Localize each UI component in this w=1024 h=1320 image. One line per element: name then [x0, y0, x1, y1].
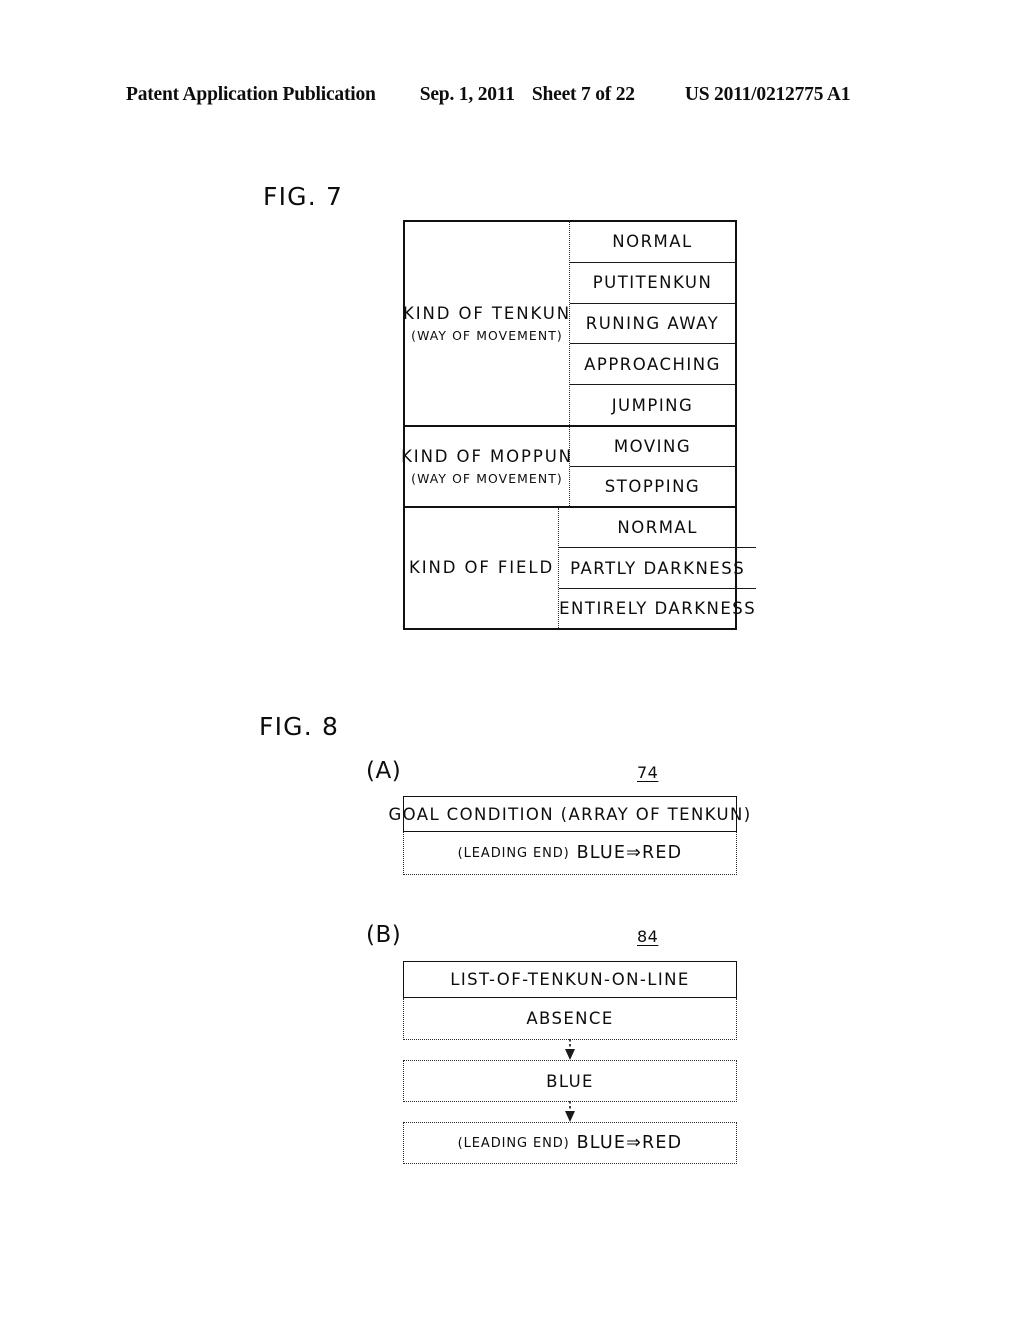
table-row-group-field: KIND OF FIELD NORMAL PARTLY DARKNESS ENT…	[405, 508, 757, 628]
panel-b-entry-prefix: (LEADING END)	[457, 1135, 570, 1151]
table-values-column-moppun: MOVING STOPPING	[570, 427, 735, 506]
publication-header: Patent Application Publication Sep. 1, 2…	[0, 84, 1024, 110]
category-label-sub: (WAY OF MOVEMENT)	[411, 470, 563, 486]
panel-b-entry-value: BLUE⇒RED	[576, 1133, 683, 1153]
table-row: JUMPING	[611, 395, 694, 415]
panel-a-entry-value: BLUE⇒RED	[576, 843, 683, 863]
table-row: STOPPING	[604, 477, 701, 497]
publication-header-title: Patent Application Publication	[126, 84, 376, 105]
figure-8-panel-a-label: (A)	[366, 758, 402, 784]
figure-7-table: KIND OF TENKUN (WAY OF MOVEMENT) NORMAL …	[401, 220, 757, 630]
table-values-column-tenkun: NORMAL PUTITENKUN RUNING AWAY APPROACHIN…	[570, 222, 735, 425]
panel-a-entry-box: (LEADING END) BLUE⇒RED	[403, 832, 737, 875]
figure-8-label: FIG. 8	[259, 712, 340, 741]
figure-7-label: FIG. 7	[263, 182, 344, 211]
table-row: PUTITENKUN	[570, 263, 735, 304]
panel-b-entry-box-absence: ABSENCE	[403, 998, 737, 1040]
category-label-main: KIND OF FIELD	[409, 557, 555, 577]
table-row: PARTLY DARKNESS	[559, 548, 757, 589]
table-row: NORMAL	[570, 222, 735, 263]
table-row: ENTIRELY DARKNESS	[559, 598, 757, 618]
category-label-sub: (WAY OF MOVEMENT)	[411, 327, 563, 343]
table-category-cell-moppun: KIND OF MOPPUN (WAY OF MOVEMENT)	[401, 427, 571, 507]
down-arrow-icon	[560, 1101, 580, 1123]
table-row: MOVING	[570, 427, 735, 468]
table-category-cell-field: KIND OF FIELD	[405, 508, 560, 628]
panel-a-header-box: GOAL CONDITION (ARRAY OF TENKUN)	[388, 796, 750, 832]
table-row-group-tenkun: KIND OF TENKUN (WAY OF MOVEMENT) NORMAL …	[403, 222, 735, 428]
reference-numeral-74: 74	[637, 763, 659, 782]
panel-b-entry-box-blue: BLUE	[403, 1060, 737, 1102]
category-label-main: KIND OF TENKUN	[403, 304, 571, 324]
down-arrow-icon	[560, 1039, 580, 1061]
table-row: APPROACHING	[570, 344, 735, 386]
panel-b-entry-box-leading-end: (LEADING END) BLUE⇒RED	[403, 1122, 737, 1164]
figure-8-panel-b-label: (B)	[366, 922, 402, 948]
publication-header-date: Sep. 1, 2011	[419, 84, 515, 105]
table-values-column-field: NORMAL PARTLY DARKNESS ENTIRELY DARKNESS	[559, 508, 757, 628]
table-row-group-moppun: KIND OF MOPPUN (WAY OF MOVEMENT) MOVING …	[401, 427, 735, 509]
table-category-cell-tenkun: KIND OF TENKUN (WAY OF MOVEMENT)	[403, 222, 571, 426]
panel-b-header-box: LIST-OF-TENKUN-ON-LINE	[403, 961, 737, 998]
reference-numeral-84: 84	[637, 927, 659, 946]
publication-header-number: US 2011/0212775 A1	[684, 84, 851, 105]
table-row: NORMAL	[559, 508, 757, 549]
category-label-main: KIND OF MOPPUN	[401, 447, 573, 467]
publication-header-sheet: Sheet 7 of 22	[531, 84, 635, 105]
panel-a-entry-prefix: (LEADING END)	[457, 845, 570, 861]
table-row: RUNING AWAY	[570, 304, 735, 345]
